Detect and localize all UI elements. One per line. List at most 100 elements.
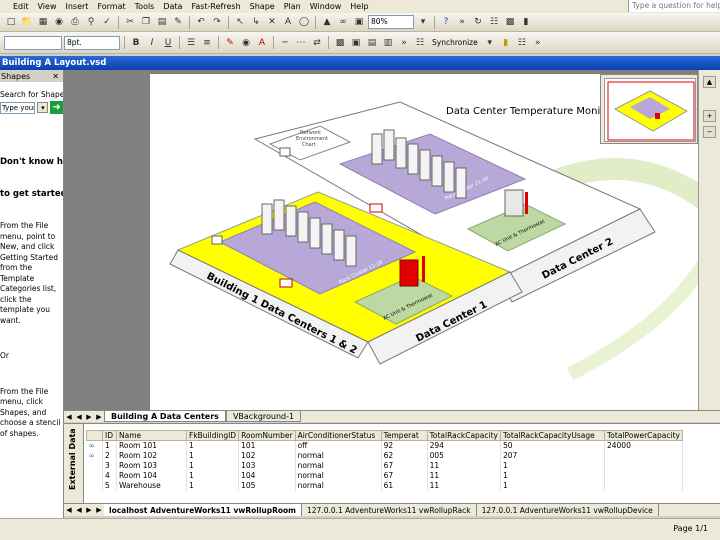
cell-ac-status[interactable]: off <box>295 440 382 451</box>
cell-rack-capacity[interactable]: 11 <box>427 460 501 471</box>
recordset-tab-room[interactable]: localhost AdventureWorks11 vwRollupRoom <box>104 504 302 516</box>
spelling-icon[interactable]: ✓ <box>100 15 114 29</box>
menu-view[interactable]: View <box>38 2 57 11</box>
row-selector[interactable] <box>86 460 103 471</box>
first-page-icon[interactable]: ◀ <box>64 413 74 421</box>
cell-power-capacity[interactable] <box>604 450 683 461</box>
cell-building-id[interactable]: 1 <box>186 470 240 481</box>
column-header[interactable]: RoomNumber <box>238 430 296 441</box>
toolbar-options-icon[interactable]: » <box>455 15 469 29</box>
cell-building-id[interactable]: 1 <box>186 440 240 451</box>
connection-point-icon[interactable]: ✕ <box>265 15 279 29</box>
underline-button[interactable]: U <box>161 36 175 50</box>
column-header[interactable]: AirConditionerStatus <box>294 430 382 441</box>
column-header[interactable]: TotalPowerCapacity <box>603 430 683 441</box>
menu-insert[interactable]: Insert <box>65 2 88 11</box>
recordset-tab-rack[interactable]: 127.0.0.1 AdventureWorks11 vwRollupRack <box>302 504 477 516</box>
column-header[interactable]: ID <box>102 430 117 441</box>
cell-rack-capacity[interactable]: 294 <box>427 440 501 451</box>
print-preview-icon[interactable]: ⚲ <box>84 15 98 29</box>
synchronize-button[interactable]: Synchronize <box>429 38 481 47</box>
last-recordset-icon[interactable]: ▶ <box>94 506 104 514</box>
send-back-icon[interactable]: ▥ <box>381 36 395 50</box>
chart-icon[interactable]: ▮ <box>519 15 533 29</box>
server-rack[interactable] <box>309 217 321 249</box>
cell-ac-status[interactable]: normal <box>295 470 382 481</box>
scroll-zoom-in-icon[interactable]: + <box>703 110 716 122</box>
server-rack[interactable] <box>431 155 443 187</box>
copy-icon[interactable]: ❐ <box>139 15 153 29</box>
cell-building-id[interactable]: 1 <box>186 460 240 471</box>
cell-power-capacity[interactable] <box>604 460 683 471</box>
cell-name[interactable]: Warehouse <box>116 480 187 491</box>
cell-name[interactable]: Room 101 <box>116 440 187 451</box>
layer-icon[interactable]: ▣ <box>352 15 366 29</box>
cell-power-capacity[interactable] <box>604 480 683 491</box>
bring-front-icon[interactable]: ▤ <box>365 36 379 50</box>
permission-icon[interactable]: ◉ <box>52 15 66 29</box>
menu-window[interactable]: Window <box>310 2 342 11</box>
cell-rack-capacity[interactable]: 11 <box>427 480 501 491</box>
column-header[interactable]: TotalRackCapacityUsage <box>499 430 605 441</box>
align-right-icon[interactable]: ≡ <box>200 36 214 50</box>
scroll-zoom-out-icon[interactable]: − <box>703 126 716 138</box>
help-icon[interactable]: ? <box>439 15 453 29</box>
scroll-up-icon[interactable]: ▲ <box>703 76 716 88</box>
cut-icon[interactable]: ✂ <box>123 15 137 29</box>
table-row[interactable]: 4 Room 104 1 104 normal 67 11 1 <box>86 470 683 481</box>
thermostat-dc1[interactable] <box>422 256 425 282</box>
vertical-scrollbar[interactable]: ▲ + − <box>698 70 720 410</box>
undo-icon[interactable]: ↶ <box>194 15 208 29</box>
menu-tools[interactable]: Tools <box>135 2 155 11</box>
recordset-tab-device[interactable]: 127.0.0.1 AdventureWorks11 vwRollupDevic… <box>477 504 659 516</box>
pan-zoom-window[interactable] <box>600 74 698 144</box>
column-header[interactable]: FkBuildingID <box>185 430 240 441</box>
line-weight-icon[interactable]: ─ <box>278 36 292 50</box>
snap-icon[interactable]: ☷ <box>515 36 529 50</box>
line-color-icon[interactable]: ✎ <box>223 36 237 50</box>
server-rack[interactable] <box>285 205 297 237</box>
synchronize-dropdown-icon[interactable]: ▾ <box>483 36 497 50</box>
column-header[interactable]: Temperat <box>380 430 428 441</box>
link-data-icon[interactable]: ☷ <box>487 15 501 29</box>
connector-tool-icon[interactable]: ↳ <box>249 15 263 29</box>
cell-rack-capacity[interactable]: 005 <box>427 450 501 461</box>
cell-building-id[interactable]: 1 <box>186 480 240 491</box>
cell-id[interactable]: 3 <box>102 460 117 471</box>
cell-power-capacity[interactable] <box>604 470 683 481</box>
ac-unit-dc2[interactable] <box>504 189 524 217</box>
ac-unit-dc1-alert[interactable] <box>399 259 419 287</box>
bold-button[interactable]: B <box>129 36 143 50</box>
last-page-icon[interactable]: ▶ <box>94 413 104 421</box>
paste-icon[interactable]: ▤ <box>155 15 169 29</box>
cell-temperature[interactable]: 61 <box>381 480 428 491</box>
prev-recordset-icon[interactable]: ◀ <box>74 506 84 514</box>
cell-id[interactable]: 5 <box>102 480 117 491</box>
server-rack[interactable] <box>419 149 431 181</box>
row-selector[interactable] <box>86 480 103 491</box>
server-rack[interactable] <box>333 229 345 261</box>
cell-room-number[interactable]: 105 <box>238 480 296 491</box>
next-page-icon[interactable]: ▶ <box>84 413 94 421</box>
network-device[interactable] <box>279 147 291 157</box>
search-go-icon[interactable]: ➜ <box>50 101 63 114</box>
pan-zoom-thumbnail[interactable] <box>604 78 696 142</box>
column-header[interactable]: TotalRackCapacity <box>426 430 501 441</box>
prev-page-icon[interactable]: ◀ <box>74 413 84 421</box>
column-header[interactable] <box>86 430 103 441</box>
cell-rack-usage[interactable]: 1 <box>500 480 605 491</box>
server-rack[interactable] <box>261 203 273 235</box>
line-pattern-icon[interactable]: ⋯ <box>294 36 308 50</box>
cell-id[interactable]: 4 <box>102 470 117 481</box>
cell-temperature[interactable]: 67 <box>381 460 428 471</box>
zoom-combo[interactable]: 80% <box>368 15 414 29</box>
menu-fast-refresh[interactable]: Fast-Refresh <box>191 2 240 11</box>
format-painter-icon[interactable]: ✎ <box>171 15 185 29</box>
menu-format[interactable]: Format <box>97 2 125 11</box>
cell-room-number[interactable]: 101 <box>238 440 296 451</box>
menu-plan[interactable]: Plan <box>284 2 301 11</box>
close-icon[interactable]: ✕ <box>52 72 59 81</box>
network-device[interactable] <box>211 235 223 245</box>
data-grid[interactable]: ID Name FkBuildingID RoomNumber AirCondi… <box>86 430 683 491</box>
cell-rack-capacity[interactable]: 11 <box>427 470 501 481</box>
